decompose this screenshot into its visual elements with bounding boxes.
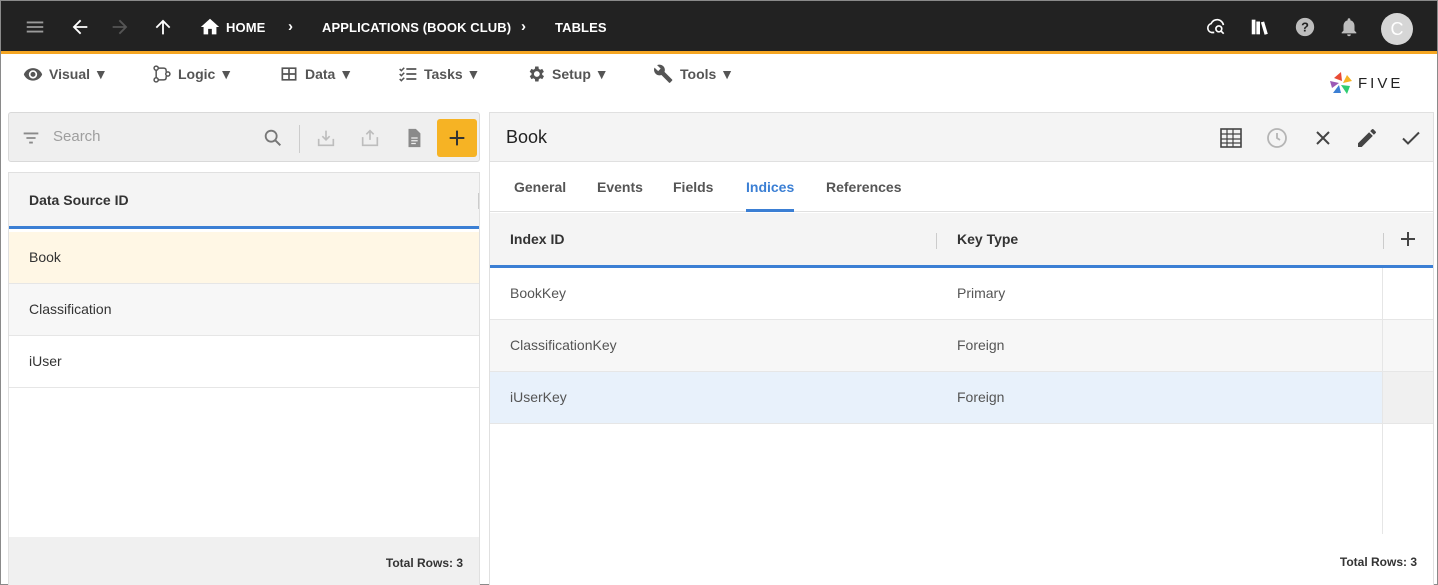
tab-events[interactable]: Events [597, 179, 643, 195]
total-rows: Total Rows: 3 [1339, 555, 1417, 569]
column-separator [1383, 233, 1384, 249]
home-icon[interactable] [198, 15, 222, 39]
index-id-cell: iUserKey [510, 389, 567, 405]
index-id-cell: BookKey [510, 285, 567, 301]
menu-tasks[interactable]: Tasks ▼ [398, 64, 480, 84]
search-input[interactable]: Search [53, 128, 101, 145]
table-row-selected[interactable]: iUserKey Foreign [490, 372, 1433, 424]
cloud-search-icon[interactable] [1205, 15, 1229, 39]
logo-text: FIVE [1358, 74, 1404, 92]
tab-indices[interactable]: Indices [746, 179, 794, 195]
row-action-cell [1382, 268, 1433, 319]
total-rows: Total Rows: 3 [385, 556, 463, 570]
data-source-list: Data Source ID Book Classification iUser… [8, 172, 480, 585]
up-arrow-icon[interactable] [151, 15, 175, 39]
column-header-data-source-id[interactable]: Data Source ID [29, 192, 129, 208]
save-check-icon[interactable] [1398, 125, 1424, 151]
back-arrow-icon[interactable] [68, 15, 92, 39]
index-id-cell: ClassificationKey [510, 337, 617, 353]
history-icon[interactable] [1264, 125, 1290, 151]
table-row[interactable]: ClassificationKey Foreign [490, 320, 1433, 372]
table-icon [281, 67, 297, 81]
export-icon[interactable] [358, 126, 382, 150]
column-separator [478, 193, 479, 209]
search-icon[interactable] [261, 126, 285, 150]
import-icon[interactable] [314, 126, 338, 150]
list-item-classification[interactable]: Classification [9, 284, 479, 336]
grid-view-icon[interactable] [1218, 125, 1244, 151]
form-panel: Book General Events Fields Indices Refer… [489, 112, 1434, 585]
column-header-index-id[interactable]: Index ID [510, 231, 564, 247]
list-header: Data Source ID [9, 173, 479, 229]
menu-icon[interactable] [23, 15, 47, 39]
menu-setup[interactable]: Setup ▼ [526, 64, 609, 84]
plus-icon [449, 130, 465, 146]
tab-references[interactable]: References [826, 179, 902, 195]
top-bar: HOME › APPLICATIONS (BOOK CLUB) › TABLES… [1, 1, 1437, 54]
list-item-iuser[interactable]: iUser [9, 336, 479, 388]
column-guide [1382, 424, 1383, 534]
menu-data-label: Data ▼ [305, 66, 354, 82]
menu-logic-label: Logic ▼ [178, 66, 234, 82]
menu-data[interactable]: Data ▼ [279, 64, 353, 84]
list-footer: Total Rows: 3 [9, 537, 479, 585]
key-type-cell: Primary [957, 285, 1006, 301]
tools-icon [654, 64, 673, 83]
menu-visual[interactable]: Visual ▼ [23, 64, 108, 84]
checklist-icon [399, 67, 417, 82]
breadcrumb-applications[interactable]: APPLICATIONS (BOOK CLUB) [322, 20, 511, 35]
bell-icon[interactable] [1337, 15, 1361, 39]
active-tab-indicator [746, 209, 794, 212]
edit-icon[interactable] [1354, 125, 1380, 151]
table-row[interactable]: BookKey Primary [490, 268, 1433, 320]
chevron-right-icon: › [521, 18, 526, 35]
breadcrumb-home[interactable]: HOME [226, 20, 265, 35]
indices-grid-header: Index ID Key Type [490, 213, 1433, 268]
tab-fields[interactable]: Fields [673, 179, 713, 195]
tab-general[interactable]: General [514, 179, 566, 195]
menu-tasks-label: Tasks ▼ [424, 66, 481, 82]
document-icon[interactable] [402, 126, 426, 150]
gear-icon [529, 66, 544, 82]
add-record-button[interactable] [437, 119, 477, 157]
row-action-cell [1382, 320, 1433, 371]
list-item-label: iUser [29, 353, 62, 369]
column-header-key-type[interactable]: Key Type [957, 231, 1018, 247]
library-books-icon[interactable] [1248, 15, 1272, 39]
menu-setup-label: Setup ▼ [552, 66, 609, 82]
forward-arrow-icon[interactable] [108, 15, 132, 39]
list-item-label: Classification [29, 301, 112, 317]
five-logo: FIVE [1329, 71, 1403, 95]
five-star-icon [1330, 72, 1352, 94]
help-icon[interactable]: ? [1293, 15, 1317, 39]
menu-logic[interactable]: Logic ▼ [152, 64, 233, 84]
list-item-book[interactable]: Book [9, 232, 479, 284]
form-tabs: General Events Fields Indices References [490, 162, 1433, 212]
form-title: Book [506, 127, 548, 147]
add-index-icon[interactable] [1396, 227, 1420, 251]
list-item-label: Book [29, 249, 61, 265]
list-panel: Search Data Source ID Book Classificatio… [8, 112, 480, 585]
eye-icon [23, 68, 43, 81]
menu-tools-label: Tools ▼ [680, 66, 735, 82]
filter-icon[interactable] [19, 126, 43, 150]
menu-visual-label: Visual ▼ [49, 66, 108, 82]
chevron-right-icon: › [288, 18, 293, 35]
divider [299, 125, 300, 153]
form-header: Book [490, 113, 1433, 162]
menu-tools[interactable]: Tools ▼ [654, 64, 734, 84]
avatar[interactable]: C [1381, 13, 1413, 45]
search-bar: Search [8, 112, 480, 162]
logic-flow-icon [153, 65, 171, 83]
key-type-cell: Foreign [957, 389, 1005, 405]
close-icon[interactable] [1310, 125, 1336, 151]
breadcrumb-tables[interactable]: TABLES [555, 20, 607, 35]
column-separator [936, 233, 937, 249]
menu-bar: Visual ▼ Logic ▼ Data ▼ Tasks ▼ Setup ▼ … [1, 57, 1437, 107]
key-type-cell: Foreign [957, 337, 1005, 353]
row-action-cell [1382, 372, 1433, 423]
svg-text:?: ? [1301, 20, 1309, 35]
